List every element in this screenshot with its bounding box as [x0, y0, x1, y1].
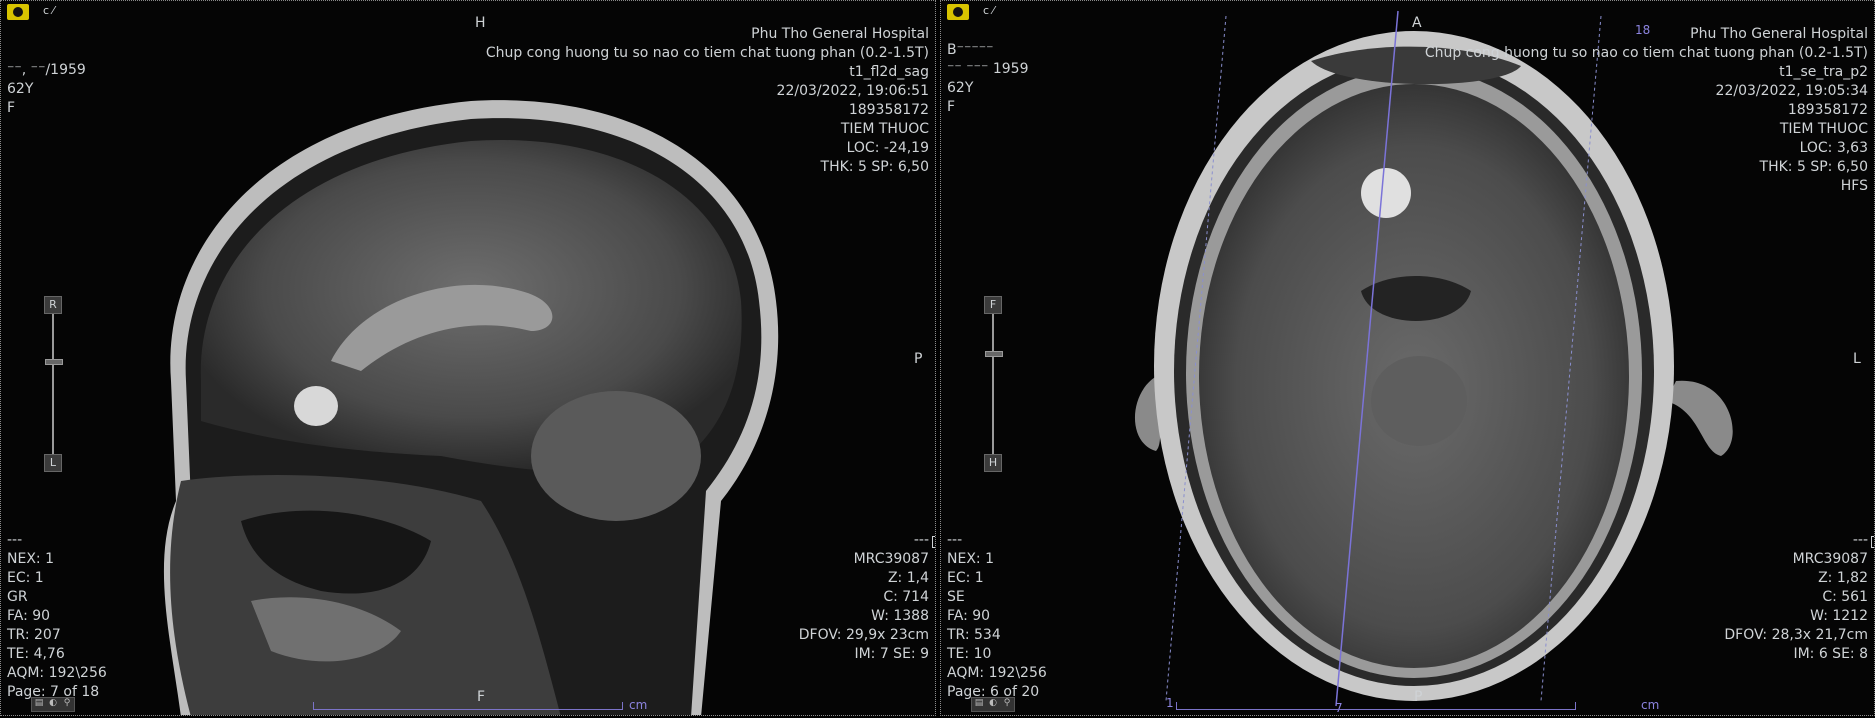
slice-slider[interactable]: F H [984, 296, 1003, 476]
series-marker-icon[interactable] [7, 4, 29, 20]
contrast-icon[interactable]: ◐ [987, 698, 999, 709]
acq-tr: TR: 207 [7, 627, 61, 643]
study-datetime: 22/03/2022, 19:05:34 [1715, 83, 1868, 99]
acq-ec: EC: 1 [7, 570, 44, 586]
acq-sequence: GR [7, 589, 28, 605]
acq-fa: FA: 90 [947, 608, 991, 624]
window-width: W: 1212 [1810, 608, 1868, 624]
patient-position: HFS [1840, 178, 1868, 194]
patient-age: 62Y [7, 81, 34, 97]
acq-sequence: SE [947, 589, 965, 605]
contrast-icon[interactable]: ◐ [47, 698, 59, 709]
patient-info: ⁻⁻, ⁻⁻/1959 62Y F [7, 61, 86, 118]
slice-location: LOC: -24,19 [846, 140, 929, 156]
patient-age: 62Y [947, 80, 974, 96]
display-fov: DFOV: 28,3x 21,7cm [1724, 627, 1868, 643]
window-center: C: 714 [883, 589, 929, 605]
acq-separator: --- [7, 532, 23, 548]
slider-track[interactable] [992, 314, 994, 456]
zoom-box-icon[interactable] [932, 536, 935, 548]
slider-top-label: R [44, 296, 62, 314]
slider-top-label: F [984, 296, 1002, 314]
slider-thumb[interactable] [985, 351, 1003, 357]
acq-ec: EC: 1 [947, 570, 984, 586]
disp-separator: --- [1852, 532, 1868, 548]
acq-matrix: AQM: 192\256 [947, 665, 1047, 681]
header-glyph: c ⁄ [983, 4, 995, 17]
display-params: --- MRC39087 Z: 1,4 C: 714 W: 1388 DFOV:… [798, 531, 935, 664]
zoom-box-icon[interactable] [1871, 536, 1874, 548]
slice-thickness: THK: 5 SP: 6,50 [820, 159, 929, 175]
contrast-note: TIEM THUOC [840, 121, 929, 137]
slider-bottom-label: L [44, 454, 62, 472]
viewer-toolbar: ▤ ◐ ⚲ [31, 697, 75, 712]
study-datetime: 22/03/2022, 19:06:51 [776, 83, 929, 99]
slice-location: LOC: 3,63 [1799, 140, 1868, 156]
patient-dob: ⁻⁻, ⁻⁻/1959 [7, 62, 86, 78]
slider-thumb[interactable] [45, 359, 63, 365]
study-info: Phu Tho General Hospital Chup cong huong… [486, 25, 929, 177]
acquisition-params: --- NEX: 1 EC: 1 SE FA: 90 TR: 534 TE: 1… [947, 531, 1047, 702]
acq-nex: NEX: 1 [947, 551, 994, 567]
zoom-icon[interactable]: ⚲ [1001, 698, 1013, 709]
patient-info: B⁻⁻⁻⁻⁻ ⁻⁻ ⁻⁻⁻ 1959 62Y F [947, 41, 1028, 117]
series-marker-icon[interactable] [947, 4, 969, 20]
viewer-toolbar: ▤ ◐ ⚲ [971, 697, 1015, 712]
orientation-right: P [914, 351, 923, 367]
acq-matrix: AQM: 192\256 [7, 665, 107, 681]
contrast-note: TIEM THUOC [1779, 121, 1868, 137]
disp-separator: --- [913, 532, 929, 548]
patient-sex: F [7, 100, 16, 116]
zoom-level: Z: 1,82 [1818, 570, 1868, 586]
slider-bottom-label: H [984, 454, 1002, 472]
window-center: C: 561 [1822, 589, 1868, 605]
patient-dob: ⁻⁻ ⁻⁻⁻ 1959 [947, 61, 1029, 77]
viewer-left-sagittal[interactable]: c ⁄ ⁻⁻, ⁻⁻/1959 62Y F Phu Tho General Ho… [0, 0, 936, 716]
display-fov: DFOV: 29,9x 23cm [798, 627, 929, 643]
orientation-right: L [1853, 351, 1861, 367]
patient-id: 189358172 [1787, 102, 1868, 118]
orientation-top: A [1412, 15, 1422, 31]
series-name: t1_fl2d_sag [849, 64, 929, 80]
zoom-level: Z: 1,4 [887, 570, 929, 586]
layout-icon[interactable]: ▤ [973, 698, 985, 709]
scale-ruler [1176, 701, 1576, 710]
slice-slider[interactable]: R L [44, 296, 63, 476]
patient-id: 189358172 [848, 102, 929, 118]
window-width: W: 1388 [871, 608, 929, 624]
device-id: MRC39087 [853, 551, 929, 567]
acq-separator: --- [947, 532, 963, 548]
patient-name: B⁻⁻⁻⁻⁻ [947, 42, 994, 58]
slice-thickness: THK: 5 SP: 6,50 [1759, 159, 1868, 175]
reference-line-label-1: 1 [1166, 696, 1174, 710]
acq-fa: FA: 90 [7, 608, 51, 624]
zoom-row: Z: 1,4 [799, 536, 935, 588]
viewer-right-axial[interactable]: c ⁄ B⁻⁻⁻⁻⁻ ⁻⁻ ⁻⁻⁻ 1959 62Y F Phu Tho Gen… [940, 0, 1875, 716]
acq-nex: NEX: 1 [7, 551, 54, 567]
zoom-row: Z: 1,82 [1724, 536, 1874, 588]
orientation-top: H [475, 15, 486, 31]
zoom-icon[interactable]: ⚲ [61, 698, 73, 709]
slider-track[interactable] [52, 314, 54, 456]
device-id: MRC39087 [1792, 551, 1868, 567]
series-name: t1_se_tra_p2 [1779, 64, 1868, 80]
display-params: --- MRC39087 Z: 1,82 C: 561 W: 1212 DFOV… [1724, 531, 1874, 664]
header-glyph: c ⁄ [43, 4, 55, 17]
study-info: Phu Tho General Hospital Chup cong huong… [1425, 25, 1868, 196]
scale-ruler [313, 701, 623, 710]
hospital-name: Phu Tho General Hospital [751, 26, 929, 42]
scale-unit: cm [1641, 698, 1660, 712]
image-series-number: IM: 7 SE: 9 [854, 646, 929, 662]
scale-unit: cm [629, 698, 648, 712]
acq-te: TE: 4,76 [7, 646, 65, 662]
acq-te: TE: 10 [947, 646, 992, 662]
study-description: Chup cong huong tu so nao co tiem chat t… [485, 45, 929, 61]
reference-line-label-18: 18 [1635, 23, 1651, 37]
patient-sex: F [947, 99, 956, 115]
study-description: Chup cong huong tu so nao co tiem chat t… [1424, 45, 1868, 61]
acq-tr: TR: 534 [947, 627, 1001, 643]
image-series-number: IM: 6 SE: 8 [1793, 646, 1868, 662]
acquisition-params: --- NEX: 1 EC: 1 GR FA: 90 TR: 207 TE: 4… [7, 531, 107, 702]
layout-icon[interactable]: ▤ [33, 698, 45, 709]
